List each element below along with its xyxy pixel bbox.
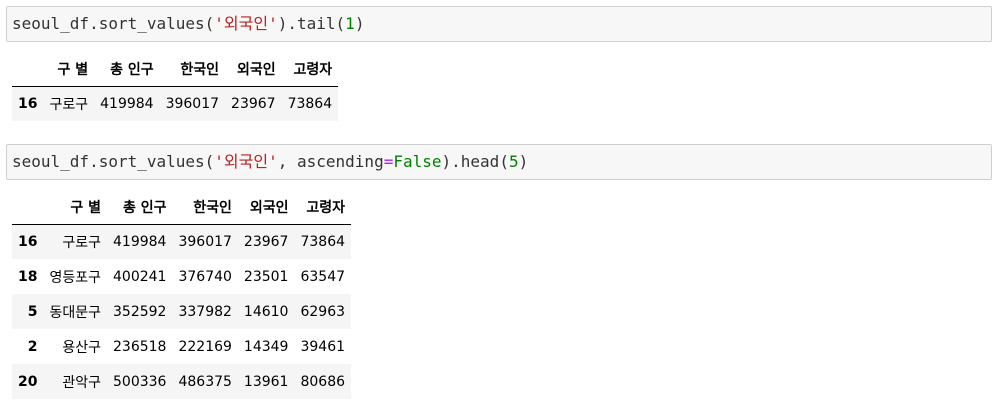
table-cell: 222169 [178,338,232,355]
table-cell: 39461 [300,338,346,355]
dataframe-output-2: 구 별총 인구 한국인 외국인 고령자 16 구로구 419984 396017 23967 7… [12,190,352,399]
table-cell: 구로구 [49,96,89,113]
table-row: 20 관악구 500336 486375 13961 80686 [12,364,352,399]
table-cell: 14349 [243,338,289,355]
table-cell: 419984 [113,233,167,250]
code-token: = [383,152,394,171]
table-header-row: 구 별총 인구 한국인 외국인 고령자 [12,190,352,225]
column-header: 구 별 [43,190,108,225]
index-header [12,190,44,225]
table-cell: 400241 [113,268,167,285]
column-header: 외국인 [237,190,295,225]
table-cell: 352592 [113,303,167,320]
code-token: ).tail( [277,14,346,33]
table-cell: 용산구 [62,339,102,356]
table-cell: 500336 [113,373,167,390]
row-index: 16 [18,95,38,112]
table-cell: 영등포구 [49,269,102,286]
code-token: '외국인' [214,152,278,171]
table-row: 18 영등포구 400241 376740 23501 63547 [12,259,351,294]
code-cell-input-1[interactable]: seoul_df.sort_values('외국인').tail(1) [6,6,992,42]
code-token: False [393,152,442,171]
table-cell: 337982 [178,303,232,320]
column-header: 한국인 [159,52,226,87]
column-header: 총 인구 [94,52,160,87]
table-cell: 486375 [178,373,232,390]
code-token: , ascending [277,152,384,171]
column-header: 고령자 [294,190,352,225]
column-header: 한국인 [172,190,238,225]
table-row: 2 용산구 236518 222169 14349 39461 [12,329,351,364]
code-token: ) [354,14,365,33]
table-cell: 419984 [100,95,154,112]
table-cell: 376740 [178,268,232,285]
index-header [12,52,44,87]
table-cell: 80686 [300,373,346,390]
table-cell: 396017 [165,95,220,112]
table-cell: 236518 [113,338,167,355]
column-header: 구 별 [43,52,95,87]
table-cell: 동대문구 [49,304,102,321]
column-header: 외국인 [225,52,282,87]
table-row: 16 구로구 419984 396017 23967 73864 [12,224,352,259]
table-cell: 73864 [287,95,333,112]
dataframe-output-1: 구 별총 인구 한국인 외국인 고령자 16 구로구 419984 396017 23967 7… [12,52,339,121]
row-index: 5 [27,303,38,320]
table-cell: 관악구 [62,374,102,391]
table-cell: 396017 [178,233,232,250]
row-index: 18 [18,268,38,285]
code-token: ).head( [441,152,509,171]
table-row: 16 구로구 419984 396017 23967 73864 [12,86,339,121]
column-header: 고령자 [281,52,339,87]
row-index: 16 [18,233,38,250]
table-header-row: 구 별총 인구 한국인 외국인 고령자 [12,52,339,87]
row-index: 20 [18,373,38,390]
code-token: '외국인' [214,14,278,33]
code-cell-input-2[interactable]: seoul_df.sort_values('외국인', ascending=Fa… [6,144,992,180]
row-index: 2 [27,338,38,355]
table-cell: 23501 [243,268,289,285]
table-cell: 구로구 [62,234,102,251]
table-cell: 63547 [300,268,346,285]
code-token: seoul_df.sort_values( [12,152,215,171]
table-cell: 73864 [300,233,346,250]
column-header: 총 인구 [107,190,173,225]
table-cell: 62963 [300,303,346,320]
code-token: ) [518,152,529,171]
table-cell: 13961 [243,373,289,390]
code-token: 5 [508,152,519,171]
code-token: 1 [345,14,355,33]
table-row: 5 동대문구 352592 337982 14610 62963 [12,294,352,329]
table-cell: 23967 [231,95,276,112]
table-cell: 23967 [243,233,289,250]
code-token: seoul_df.sort_values( [12,14,215,33]
table-cell: 14610 [243,303,289,320]
